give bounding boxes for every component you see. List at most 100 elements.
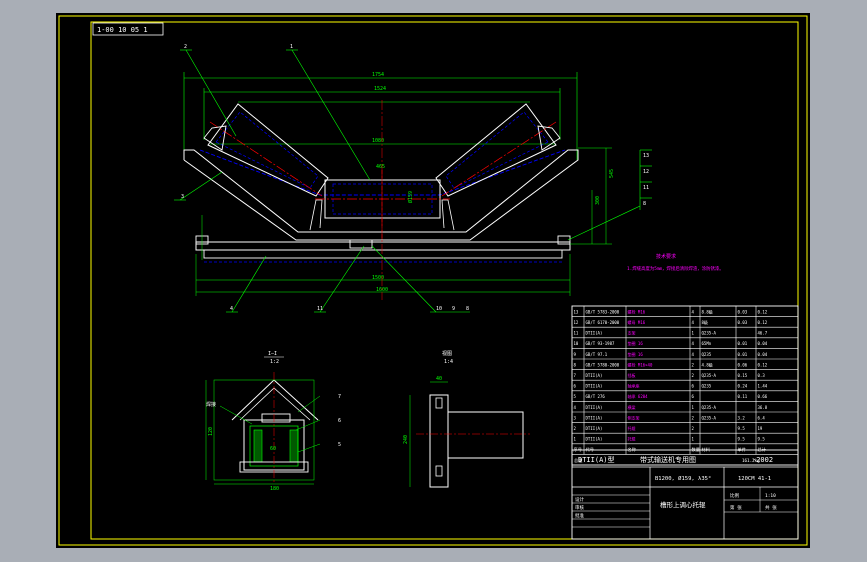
title-checker: 审核 — [575, 504, 584, 511]
table-cell: Q235 — [702, 352, 712, 357]
table-cell: GB/T 93-1987 — [586, 341, 615, 346]
table-cell: 8级 — [702, 319, 708, 325]
table-cell: 12 — [574, 320, 579, 325]
table-cell: DTII(A) — [586, 426, 603, 431]
section-a-scale: 1:2 — [270, 359, 279, 365]
section-a-title: I—I — [268, 351, 277, 357]
part-label-10: 10 — [436, 306, 442, 312]
side-dim-height: 240 — [403, 435, 409, 444]
table-cell: DTII(A) — [586, 331, 603, 336]
table-cell: 0.66 — [758, 394, 768, 399]
part-label-1: 1 — [290, 44, 293, 50]
title-year: -2002 — [752, 456, 773, 464]
part-label-13: 13 — [643, 153, 649, 159]
part-label-12: 12 — [643, 169, 649, 175]
table-cell: 11 — [574, 331, 579, 336]
table-cell: 托辊 — [628, 436, 636, 442]
weld-label: 焊接 — [206, 401, 216, 408]
view-b-title: 视图 — [442, 350, 452, 357]
part-label-8: 8 — [466, 306, 469, 312]
sec-dim-height: 120 — [208, 427, 214, 436]
table-cell: 9.5 — [738, 426, 746, 431]
table-cell: GB/T 97.1 — [586, 352, 608, 357]
title-main: 带式输送机专用图 — [640, 455, 696, 464]
table-cell: 螺栓 M16 — [628, 308, 646, 314]
table-cell: 0.03 — [738, 320, 748, 325]
table-cell: 挡板 — [628, 372, 636, 378]
table-cell: 0.01 — [738, 341, 748, 346]
side-dim-top: 40 — [436, 376, 442, 382]
table-cell: 3.2 — [738, 415, 746, 420]
part-label-11-right: 11 — [643, 185, 649, 191]
title-name: 槽形上调心托辊 — [660, 500, 706, 509]
table-cell: Q235-A — [702, 405, 717, 410]
part-label-4: 4 — [230, 306, 233, 312]
table-cell: 36.8 — [758, 405, 768, 410]
sec-dim-width: 180 — [270, 486, 279, 492]
table-cell: DTII(A) — [586, 384, 603, 389]
tech-req-line1: 1.焊缝高度为5mm，焊接后清除焊渣，涂防锈漆。 — [627, 265, 724, 272]
table-cell: GB/T 6170-2000 — [586, 320, 620, 325]
title-sheet: 第 张 — [730, 504, 742, 511]
table-cell: 侧支架 — [628, 414, 640, 420]
table-cell: 0.24 — [738, 384, 748, 389]
title-code: 120CM 41-1 — [738, 476, 771, 482]
table-cell: 螺母 M16 — [628, 319, 646, 325]
table-cell: 9.5 — [738, 437, 746, 442]
title-spec: B1200, Ø159, λ35° — [655, 475, 711, 482]
table-cell: 46.7 — [758, 331, 768, 336]
part-label-3: 3 — [181, 194, 184, 200]
table-cell: Q235-A — [702, 331, 717, 336]
part-label-11: 11 — [317, 306, 323, 312]
part-label-2: 2 — [184, 44, 187, 50]
title-series: DTII(A)型 — [578, 455, 615, 464]
table-cell: 垫圈 16 — [628, 351, 644, 357]
dim-roll-diameter: Ø159 — [407, 191, 414, 203]
table-cell: 0.12 — [758, 309, 768, 314]
dim-center-roll: 465 — [376, 164, 385, 170]
title-sheets: 共 张 — [765, 504, 777, 511]
title-scale: 1:10 — [765, 493, 776, 499]
table-cell: Q235-A — [702, 373, 717, 378]
table-cell: 0.06 — [738, 362, 748, 367]
table-cell: 9.5 — [758, 437, 766, 442]
dim-total-height: 545 — [609, 169, 615, 178]
part-label-8-right: 8 — [643, 201, 646, 207]
table-cell: 0.11 — [738, 394, 748, 399]
table-cell: 8.8级 — [702, 308, 713, 314]
dim-top-width: 1524 — [374, 86, 386, 92]
table-cell: GB/T 5783-2000 — [586, 309, 620, 314]
table-cell: 0.3 — [758, 373, 766, 378]
table-cell: 0.03 — [738, 309, 748, 314]
table-cell: DTII(A) — [586, 437, 603, 442]
table-cell: 4.8级 — [702, 361, 713, 367]
sec-dim-60: 60 — [270, 446, 276, 452]
table-cell: 0.01 — [738, 352, 748, 357]
table-cell: 托辊 — [628, 425, 636, 431]
title-scale-label: 比例 — [730, 492, 739, 499]
dim-overall-width: 1754 — [372, 72, 384, 78]
table-cell: 0.12 — [758, 320, 768, 325]
table-cell: 1.44 — [758, 384, 768, 389]
table-cell: 0.04 — [758, 352, 768, 357]
table-cell: 横梁 — [628, 404, 636, 410]
drawing-number: 1-00 10 05 1 — [97, 26, 148, 34]
table-cell: 0.12 — [758, 362, 768, 367]
view-b-scale: 1:4 — [444, 359, 453, 365]
sec-part-6: 6 — [338, 418, 341, 424]
table-cell: DTII(A) — [586, 415, 603, 420]
table-cell: 轴承座 — [628, 383, 640, 389]
title-approver: 批准 — [575, 512, 584, 519]
drawing-sheet — [56, 13, 810, 548]
sec-part-5: 5 — [338, 442, 341, 448]
table-cell: 13 — [574, 309, 579, 314]
cad-drawing: 1-00 10 05 1 1754 1524 1080 465 Ø159 150… — [56, 13, 810, 548]
table-cell: 6.4 — [758, 415, 766, 420]
sec-part-7: 7 — [338, 394, 341, 400]
title-designer: 设计 — [575, 496, 584, 503]
table-cell: 0.04 — [758, 341, 768, 346]
table-cell: 65Mn — [702, 341, 712, 346]
table-cell: 19 — [758, 426, 763, 431]
table-cell: Q235 — [702, 384, 712, 389]
table-cell: Q235-A — [702, 415, 717, 420]
